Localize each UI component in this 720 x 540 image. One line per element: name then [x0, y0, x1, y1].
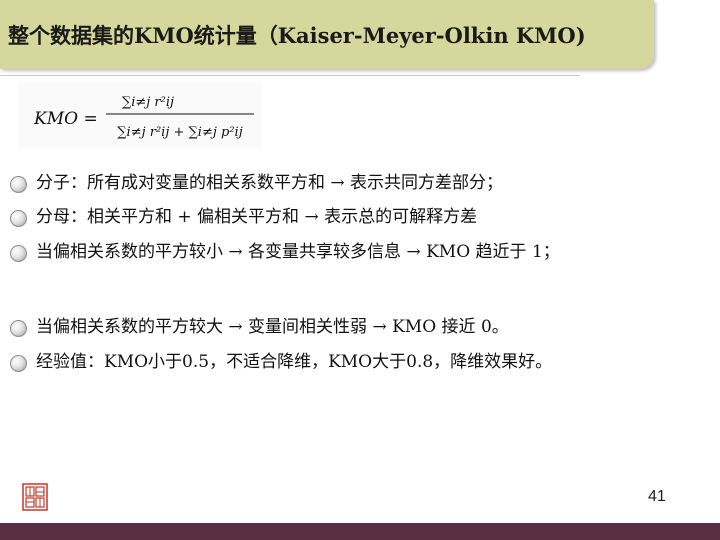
formula-lhs: KMO = — [33, 109, 98, 129]
bullet-item: 分母：相关平方和 + 偏相关平方和 → 表示总的可解释方差 — [36, 207, 478, 227]
slide-title: 整个数据集的KMO统计量（Kaiser-Meyer-Olkin KMO) — [8, 23, 586, 48]
title-divider — [0, 75, 580, 76]
bullet-dot-icon — [10, 320, 27, 337]
bullet-dot-icon — [10, 355, 27, 372]
bullet-dot-icon — [10, 176, 27, 193]
footer-bar — [0, 523, 720, 540]
bullet-item: 当偏相关系数的平方较小 → 各变量共享较多信息 → KMO 趋近于 1； — [36, 242, 560, 262]
bullet-dot-icon — [10, 245, 27, 262]
kmo-formula-svg: KMO = ∑i≠j r²ij ∑i≠j r²ij + ∑i≠j p²ij — [33, 95, 254, 140]
formula-denominator: ∑i≠j r²ij + ∑i≠j p²ij — [117, 125, 242, 140]
title-bar: 整个数据集的KMO统计量（Kaiser-Meyer-Olkin KMO) — [0, 0, 654, 69]
kmo-formula: KMO = ∑i≠j r²ij ∑i≠j r²ij + ∑i≠j p²ij — [18, 82, 262, 148]
bullet-dot-icon — [10, 210, 27, 227]
formula-numerator: ∑i≠j r²ij — [122, 95, 174, 110]
page-number: 41 — [648, 488, 666, 505]
bullet-item: 分子：所有成对变量的相关系数平方和 → 表示共同方差部分； — [36, 173, 504, 193]
bullet-item: 当偏相关系数的平方较大 → 变量间相关性弱 → KMO 接近 0。 — [36, 317, 509, 337]
bullet-item: 经验值：KMO小于0.5，不适合降维，KMO大于0.8，降维效果好。 — [36, 352, 553, 372]
seal-logo — [22, 483, 48, 511]
